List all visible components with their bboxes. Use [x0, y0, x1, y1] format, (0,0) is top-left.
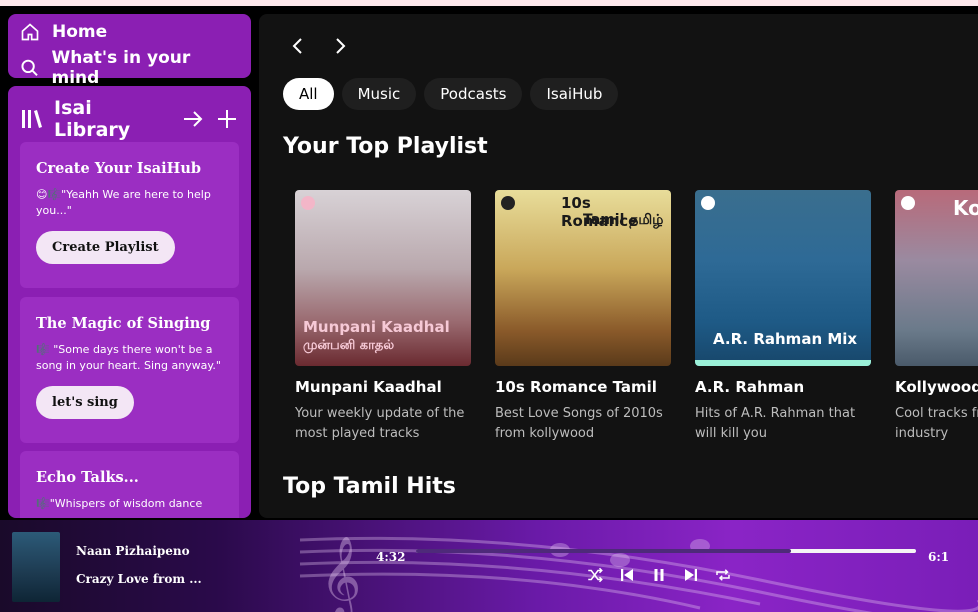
- song-title[interactable]: Naan Pizhaipeno: [76, 544, 190, 558]
- card-text: 🎼 "Some days there won't be a song in yo…: [36, 343, 221, 372]
- player-controls: [586, 566, 732, 584]
- filter-chips: All Music Podcasts IsaiHub: [283, 78, 619, 110]
- cover-subtext: முன்பனி காதல்: [303, 338, 395, 353]
- previous-icon[interactable]: [618, 566, 636, 584]
- plus-icon[interactable]: [215, 107, 239, 131]
- library-icon[interactable]: [20, 107, 44, 131]
- spotify-icon: [701, 196, 715, 210]
- chip-podcasts[interactable]: Podcasts: [424, 78, 523, 110]
- section-title: Top Tamil Hits: [283, 474, 456, 499]
- lets-sing-button[interactable]: let's sing: [36, 386, 134, 419]
- playlist-name: Munpani Kaadhal: [295, 378, 442, 396]
- cover-subtext: Tamil தமிழ்: [583, 212, 664, 228]
- nav-box: Home What's in your mind: [8, 14, 251, 88]
- music-staff-decoration: 𝄞: [299, 535, 978, 612]
- card-title: Create Your IsaiHub: [36, 160, 201, 177]
- playlist-name: 10s Romance Tamil: [495, 378, 657, 396]
- main-panel: All Music Podcasts IsaiHub Your Top Play…: [259, 14, 978, 518]
- pause-icon[interactable]: [650, 566, 668, 584]
- chip-isaihub[interactable]: IsaiHub: [530, 78, 619, 110]
- playlist-card[interactable]: A.R. Rahman Mix A.R. Rahman Hits of A.R.…: [695, 190, 871, 444]
- playlist-card[interactable]: Kol Kollywood Cool tracks from the music…: [895, 190, 978, 444]
- cover-text: Munpani Kaadhal: [303, 318, 450, 336]
- library-card: Echo Talks... 🎼"Whispers of wisdom dance: [20, 451, 239, 518]
- history-nav: [289, 34, 349, 58]
- forward-arrow-icon[interactable]: [331, 34, 349, 58]
- nav-home-label: Home: [52, 22, 108, 42]
- progress-bar[interactable]: [416, 549, 916, 553]
- spotify-icon: [301, 196, 315, 210]
- cover-text: Kol: [953, 196, 978, 220]
- nav-search-label: What's in your mind: [51, 48, 191, 88]
- nav-search[interactable]: What's in your mind: [20, 48, 239, 88]
- top-strip: [0, 0, 978, 6]
- card-text: 🎼"Whispers of wisdom dance: [36, 497, 203, 510]
- progress-fill: [416, 549, 791, 553]
- playlist-description: Cool tracks from the music industry: [895, 406, 978, 441]
- chip-all[interactable]: All: [283, 78, 334, 110]
- next-icon[interactable]: [682, 566, 700, 584]
- card-title: The Magic of Singing: [36, 315, 211, 332]
- total-time: 6:1: [928, 550, 950, 564]
- cover-accent-bar: [695, 360, 871, 366]
- library-box: Isai Library Create Your IsaiHub 😊🎼"Yeah…: [8, 86, 251, 518]
- repeat-icon[interactable]: [714, 566, 732, 584]
- sidebar: Home What's in your mind Isai Library Cr…: [8, 14, 251, 518]
- playlist-name: Kollywood: [895, 378, 978, 396]
- playlist-card[interactable]: 10s Romance Tamil தமிழ் 10s Romance Tami…: [495, 190, 671, 444]
- playlist-name: A.R. Rahman: [695, 378, 805, 396]
- playlist-description: Your weekly update of the most played tr…: [295, 406, 465, 441]
- player-bar: 𝄞 Naan Pizhaipeno Crazy Love from ... 4:…: [0, 520, 978, 612]
- library-card: Create Your IsaiHub 😊🎼"Yeahh We are here…: [20, 142, 239, 288]
- back-arrow-icon[interactable]: [289, 34, 307, 58]
- playlist-cover: A.R. Rahman Mix: [695, 190, 871, 366]
- playlist-cover: 10s Romance Tamil தமிழ்: [495, 190, 671, 366]
- spotify-icon: [901, 196, 915, 210]
- playlist-cover: Munpani Kaadhal முன்பனி காதல்: [295, 190, 471, 366]
- library-card: The Magic of Singing 🎼 "Some days there …: [20, 297, 239, 443]
- shuffle-icon[interactable]: [586, 566, 604, 584]
- library-title: Isai Library: [54, 97, 131, 141]
- elapsed-time: 4:32: [376, 550, 406, 564]
- song-artist[interactable]: Crazy Love from ...: [76, 572, 202, 586]
- chip-music[interactable]: Music: [341, 78, 417, 110]
- playlist-row: Munpani Kaadhal முன்பனி காதல் Munpani Ka…: [295, 190, 978, 444]
- playlist-card[interactable]: Munpani Kaadhal முன்பனி காதல் Munpani Ka…: [295, 190, 471, 444]
- create-playlist-button[interactable]: Create Playlist: [36, 231, 175, 264]
- playlist-description: Hits of A.R. Rahman that will kill you: [695, 406, 856, 441]
- arrow-right-icon[interactable]: [181, 107, 205, 131]
- playlist-cover: Kol: [895, 190, 978, 366]
- search-icon: [21, 59, 38, 76]
- playlist-description: Best Love Songs of 2010s from kollywood: [495, 406, 663, 441]
- section-title: Your Top Playlist: [283, 134, 488, 159]
- cover-text: A.R. Rahman Mix: [713, 330, 858, 348]
- card-title: Echo Talks...: [36, 469, 139, 486]
- home-icon: [21, 23, 39, 41]
- card-text: 😊🎼"Yeahh We are here to help you...": [36, 188, 211, 217]
- now-playing-artwork[interactable]: [12, 532, 60, 602]
- svg-text:𝄞: 𝄞: [320, 535, 361, 612]
- spotify-icon: [501, 196, 515, 210]
- nav-home[interactable]: Home: [20, 18, 239, 46]
